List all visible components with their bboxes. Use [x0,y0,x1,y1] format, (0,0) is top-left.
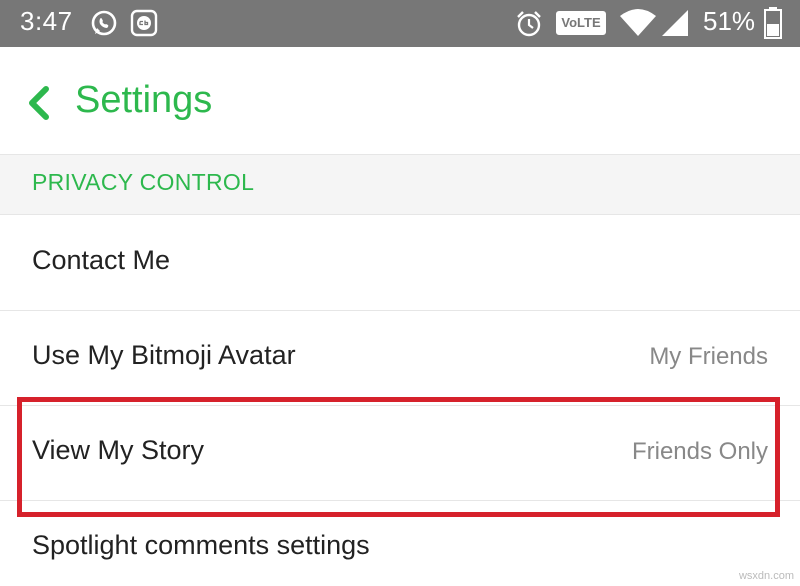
status-time: 3:47 [20,6,73,36]
settings-row-view-my-story[interactable]: View My Story Friends Only [0,406,800,501]
settings-row-contact-me[interactable]: Contact Me [0,216,800,311]
alarm-icon [514,9,544,44]
row-label: Contact Me [32,245,171,275]
battery-percentage: 51% [703,6,756,36]
status-bar: 3:47 VoLTE 51% [0,0,800,47]
row-label: Use My Bitmoji Avatar [32,340,296,370]
settings-row-use-my-bitmoji-avatar[interactable]: Use My Bitmoji Avatar My Friends [0,311,800,406]
cashback-app-icon [130,9,158,42]
row-value: My Friends [649,343,768,370]
back-button[interactable] [22,83,56,123]
cell-signal-icon [660,8,690,43]
page-title: Settings [75,79,213,121]
row-value: Friends Only [631,438,768,465]
wifi-icon [618,8,658,43]
privacy-control-section-header: PRIVACY CONTROL [0,155,800,215]
watermark: wsxdn.com [738,570,794,582]
section-title: PRIVACY CONTROL [32,169,255,195]
whatsapp-icon [90,9,118,42]
settings-header: Settings [0,47,800,155]
row-label: Spotlight comments settings [32,530,370,560]
volte-badge: VoLTE [556,11,606,35]
chevron-left-icon [29,86,49,120]
row-label: View My Story [32,435,205,465]
settings-row-spotlight-comments-settings[interactable]: Spotlight comments settings [0,501,800,586]
battery-icon [764,7,782,44]
